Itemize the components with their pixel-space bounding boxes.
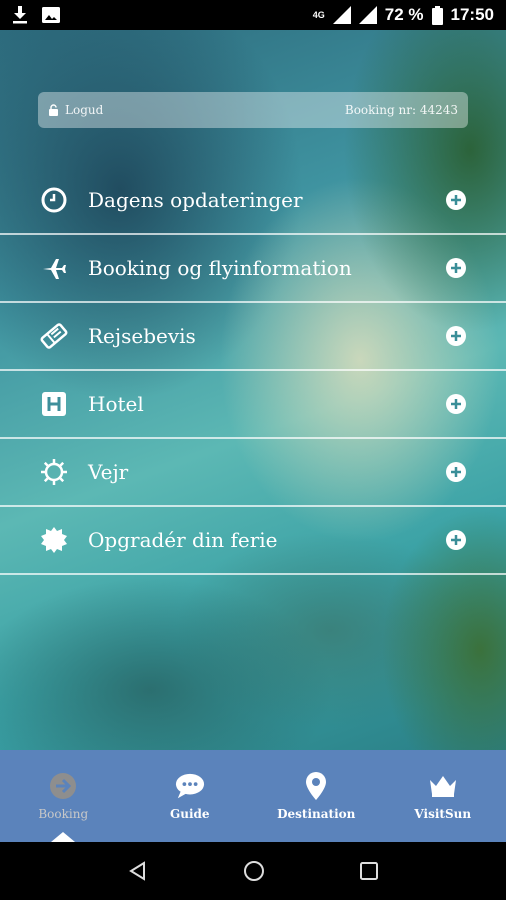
- menu-item-booking-flight[interactable]: Booking og flyinformation: [0, 235, 506, 303]
- tab-label: Destination: [277, 807, 356, 821]
- menu-item-label: Booking og flyinformation: [88, 256, 352, 280]
- tab-destination[interactable]: Destination: [253, 750, 380, 842]
- location-pin-icon: [301, 771, 331, 801]
- header-bar: Logud Booking nr: 44243: [38, 92, 468, 128]
- arrow-circle-icon: [48, 771, 78, 801]
- beach-background: Logud Booking nr: 44243 Dagens opdaterin…: [0, 30, 506, 750]
- menu-item-upgrade[interactable]: Opgradér din ferie: [0, 507, 506, 575]
- clock-time: 17:50: [450, 5, 494, 24]
- menu-item-hotel[interactable]: Hotel: [0, 371, 506, 439]
- expand-plus-icon[interactable]: [446, 258, 466, 278]
- menu-item-label: Hotel: [88, 392, 144, 416]
- expand-plus-icon[interactable]: [446, 394, 466, 414]
- download-icon: [13, 6, 27, 24]
- lock-icon: [49, 104, 58, 116]
- airplane-icon: [40, 254, 68, 282]
- menu-item-updates[interactable]: Dagens opdateringer: [0, 167, 506, 235]
- back-icon[interactable]: [128, 861, 148, 881]
- expand-plus-icon[interactable]: [446, 326, 466, 346]
- tab-booking[interactable]: Booking: [0, 750, 127, 842]
- tab-label: Booking: [38, 807, 89, 821]
- crown-icon: [428, 771, 458, 801]
- booking-number: Booking nr: 44243: [344, 103, 458, 117]
- home-icon[interactable]: [243, 860, 265, 882]
- menu-item-label: Dagens opdateringer: [88, 188, 303, 212]
- menu-item-weather[interactable]: Vejr: [0, 439, 506, 507]
- network-type: 4G: [312, 9, 325, 20]
- image-icon: [42, 7, 60, 23]
- tab-visitsun[interactable]: VisitSun: [380, 750, 506, 842]
- clock-icon: [40, 186, 68, 214]
- logout-link[interactable]: Logud: [65, 103, 103, 117]
- expand-plus-icon[interactable]: [446, 190, 466, 210]
- tab-label: VisitSun: [414, 807, 472, 821]
- sun-icon: [40, 458, 68, 486]
- status-bar: 4G 72 % 17:50: [0, 0, 506, 30]
- active-tab-indicator: [51, 832, 76, 842]
- expand-plus-icon[interactable]: [446, 530, 466, 550]
- tab-label: Guide: [169, 807, 210, 821]
- signal-icon: [332, 6, 351, 24]
- ticket-icon: [40, 322, 68, 350]
- menu-item-ticket[interactable]: Rejsebevis: [0, 303, 506, 371]
- main-menu: Dagens opdateringer Booking og flyinform…: [0, 167, 506, 575]
- tab-guide[interactable]: Guide: [127, 750, 254, 842]
- menu-item-label: Vejr: [88, 460, 129, 484]
- bottom-navigation: Booking Guide Destination VisitSun: [0, 750, 506, 842]
- expand-plus-icon[interactable]: [446, 462, 466, 482]
- badge-icon: [40, 526, 68, 554]
- battery-icon: [431, 5, 443, 25]
- battery-percent: 72 %: [384, 5, 424, 24]
- recents-icon[interactable]: [360, 862, 379, 880]
- system-navigation-bar: [0, 842, 506, 900]
- chat-bubble-icon: [175, 771, 205, 801]
- signal-icon-2: [358, 6, 377, 24]
- menu-item-label: Rejsebevis: [88, 324, 196, 348]
- menu-item-label: Opgradér din ferie: [88, 528, 278, 552]
- hotel-icon: [40, 390, 68, 418]
